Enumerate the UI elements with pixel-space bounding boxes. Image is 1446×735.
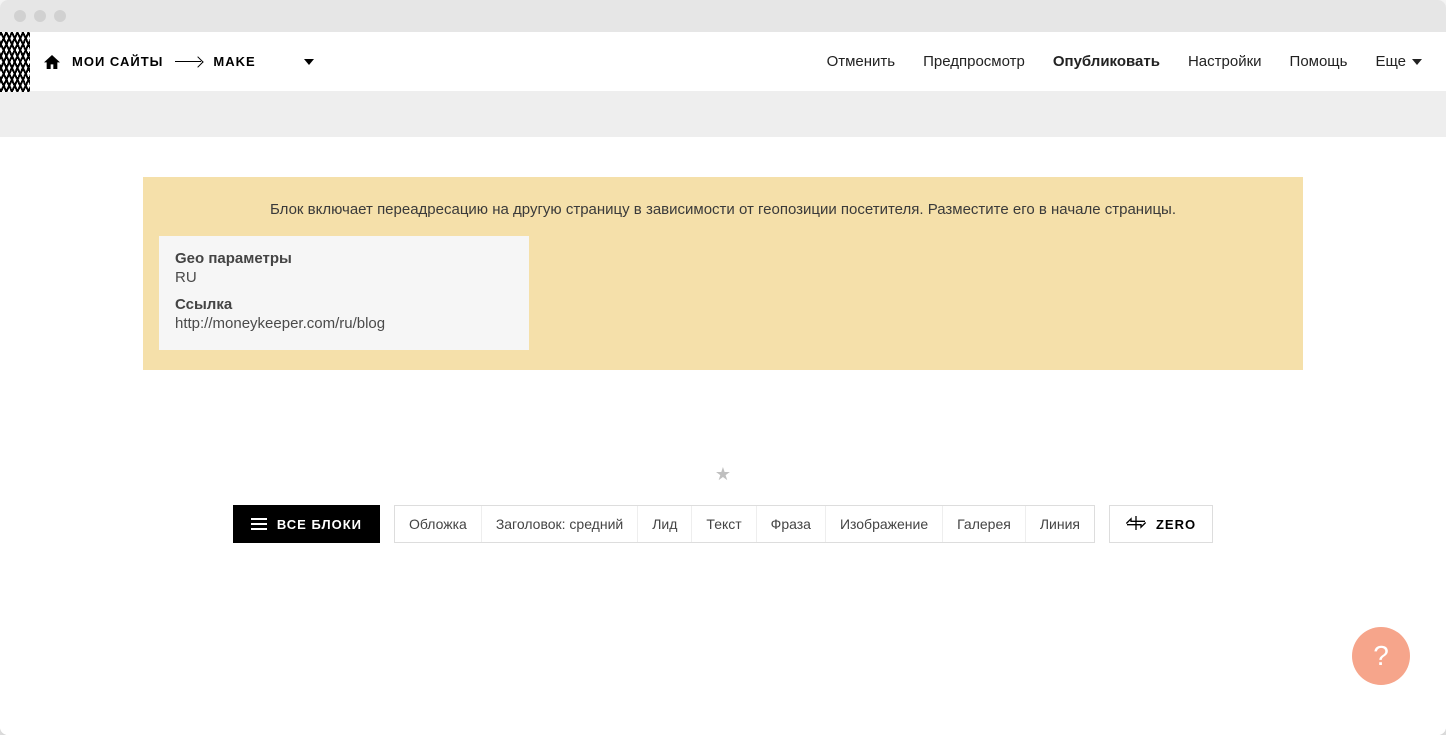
arrow-right-icon <box>175 61 201 62</box>
block-category-item[interactable]: Галерея <box>943 506 1026 542</box>
app-body: МОИ САЙТЫ MAKE Отменить Предпросмотр Опу… <box>0 32 1446 735</box>
all-blocks-label: ВСЕ БЛОКИ <box>277 517 362 532</box>
nav-more-label: Еще <box>1375 53 1406 70</box>
sub-header-strip <box>0 92 1446 137</box>
geo-link-value: http://moneykeeper.com/ru/blog <box>175 315 513 332</box>
block-category-item[interactable]: Лид <box>638 506 692 542</box>
geo-link-title: Ссылка <box>175 296 513 313</box>
question-mark-icon: ? <box>1373 640 1389 672</box>
nav-cancel[interactable]: Отменить <box>827 53 896 70</box>
chevron-down-icon <box>1412 59 1422 65</box>
brand-pattern-icon <box>0 32 30 92</box>
block-category-item[interactable]: Фраза <box>757 506 826 542</box>
geo-block-notice: Блок включает переадресацию на другую ст… <box>159 201 1287 218</box>
home-icon[interactable] <box>44 55 60 69</box>
geo-block-params-panel: Geo параметры RU Ссылка http://moneykeep… <box>159 236 529 350</box>
nav-preview[interactable]: Предпросмотр <box>923 53 1025 70</box>
geo-params-value: RU <box>175 269 513 286</box>
breadcrumb-current-dropdown[interactable]: MAKE <box>213 54 313 69</box>
block-category-item[interactable]: Текст <box>692 506 756 542</box>
geo-redirect-block[interactable]: Блок включает переадресацию на другую ст… <box>143 177 1303 370</box>
hamburger-icon <box>251 518 267 530</box>
breadcrumb-current-label: MAKE <box>213 54 255 69</box>
block-picker: ВСЕ БЛОКИ ОбложкаЗаголовок: среднийЛидТе… <box>233 505 1213 543</box>
window-titlebar <box>0 0 1446 32</box>
zero-icon <box>1126 516 1146 533</box>
nav: Отменить Предпросмотр Опубликовать Настр… <box>827 53 1422 70</box>
breadcrumb: МОИ САЙТЫ MAKE <box>44 54 314 69</box>
close-window-icon[interactable] <box>14 10 26 22</box>
nav-publish[interactable]: Опубликовать <box>1053 53 1160 70</box>
maximize-window-icon[interactable] <box>54 10 66 22</box>
block-category-item[interactable]: Изображение <box>826 506 943 542</box>
all-blocks-button[interactable]: ВСЕ БЛОКИ <box>233 505 380 543</box>
block-categories-group: ОбложкаЗаголовок: среднийЛидТекстФразаИз… <box>394 505 1095 543</box>
header: МОИ САЙТЫ MAKE Отменить Предпросмотр Опу… <box>0 32 1446 92</box>
page-canvas: Блок включает переадресацию на другую ст… <box>0 137 1446 623</box>
minimize-window-icon[interactable] <box>34 10 46 22</box>
app-window: МОИ САЙТЫ MAKE Отменить Предпросмотр Опу… <box>0 0 1446 735</box>
breadcrumb-home-label[interactable]: МОИ САЙТЫ <box>72 54 163 69</box>
geo-params-title: Geo параметры <box>175 250 513 267</box>
nav-settings[interactable]: Настройки <box>1188 53 1262 70</box>
block-category-item[interactable]: Заголовок: средний <box>482 506 638 542</box>
chevron-down-icon <box>304 59 314 65</box>
nav-help[interactable]: Помощь <box>1290 53 1348 70</box>
block-category-item[interactable]: Обложка <box>395 506 482 542</box>
block-category-item[interactable]: Линия <box>1026 506 1094 542</box>
star-separator-icon: ★ <box>715 465 731 483</box>
zero-button[interactable]: ZERO <box>1109 505 1213 543</box>
nav-more-dropdown[interactable]: Еще <box>1375 53 1422 70</box>
zero-label: ZERO <box>1156 517 1196 532</box>
help-fab[interactable]: ? <box>1352 627 1410 685</box>
